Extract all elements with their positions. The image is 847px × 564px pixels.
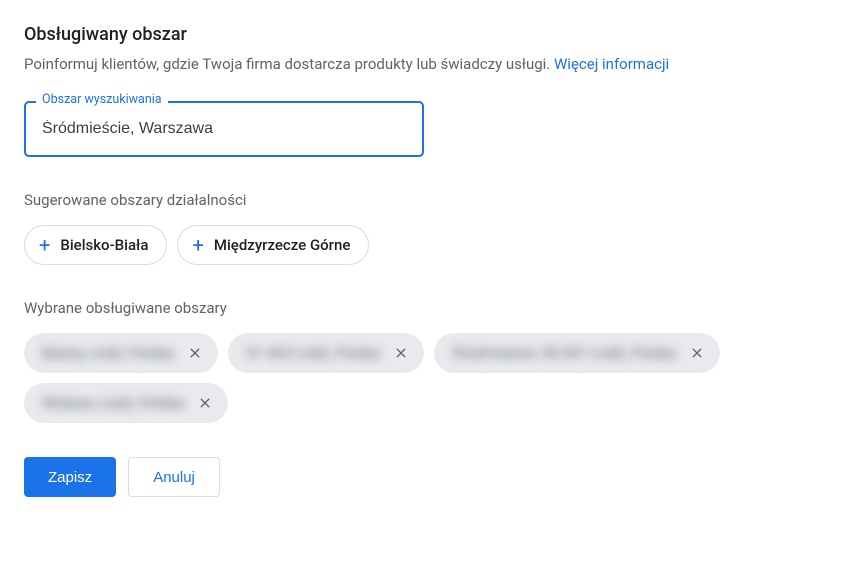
action-buttons-row: Zapisz Anuluj bbox=[24, 457, 823, 497]
selected-chip-label: 91-463 Łódź, Polska bbox=[246, 344, 380, 362]
plus-icon: + bbox=[39, 235, 50, 255]
search-input[interactable] bbox=[24, 101, 424, 157]
suggested-chip-label: Międzyrzecze Górne bbox=[214, 236, 351, 254]
selected-chip: Śródmieście, 90-001 Łódź, Polska bbox=[434, 333, 720, 373]
selected-chip-label: Bałuty, Łódź, Polska bbox=[42, 344, 174, 362]
page-subtitle: Poinformuj klientów, gdzie Twoja firma d… bbox=[24, 55, 823, 73]
cancel-button[interactable]: Anuluj bbox=[128, 457, 220, 497]
close-icon bbox=[197, 395, 213, 411]
subtitle-text: Poinformuj klientów, gdzie Twoja firma d… bbox=[24, 55, 554, 73]
close-icon bbox=[689, 345, 705, 361]
selected-chip-label: Widzew, Łódź, Polska bbox=[42, 394, 184, 412]
selected-chip-row: Bałuty, Łódź, Polska 91-463 Łódź, Polska… bbox=[24, 333, 823, 423]
selected-chip: Bałuty, Łódź, Polska bbox=[24, 333, 218, 373]
more-info-link[interactable]: Więcej informacji bbox=[554, 55, 669, 73]
selected-chip: Widzew, Łódź, Polska bbox=[24, 383, 228, 423]
search-field-container: Obszar wyszukiwania bbox=[24, 101, 424, 157]
save-button[interactable]: Zapisz bbox=[24, 457, 116, 497]
remove-chip-button[interactable] bbox=[192, 390, 218, 416]
remove-chip-button[interactable] bbox=[388, 340, 414, 366]
suggested-chip[interactable]: + Międzyrzecze Górne bbox=[177, 225, 369, 265]
suggested-chip[interactable]: + Bielsko-Biała bbox=[24, 225, 167, 265]
remove-chip-button[interactable] bbox=[182, 340, 208, 366]
close-icon bbox=[393, 345, 409, 361]
selected-chip: 91-463 Łódź, Polska bbox=[228, 333, 424, 373]
suggested-chip-row: + Bielsko-Biała + Międzyrzecze Górne bbox=[24, 225, 823, 265]
page-title: Obsługiwany obszar bbox=[24, 24, 823, 45]
search-field-label: Obszar wyszukiwania bbox=[36, 92, 168, 107]
suggested-areas-label: Sugerowane obszary działalności bbox=[24, 191, 823, 209]
suggested-chip-label: Bielsko-Biała bbox=[60, 236, 148, 254]
selected-areas-label: Wybrane obsługiwane obszary bbox=[24, 299, 823, 317]
remove-chip-button[interactable] bbox=[684, 340, 710, 366]
close-icon bbox=[187, 345, 203, 361]
plus-icon: + bbox=[192, 235, 203, 255]
selected-chip-label: Śródmieście, 90-001 Łódź, Polska bbox=[452, 344, 676, 362]
